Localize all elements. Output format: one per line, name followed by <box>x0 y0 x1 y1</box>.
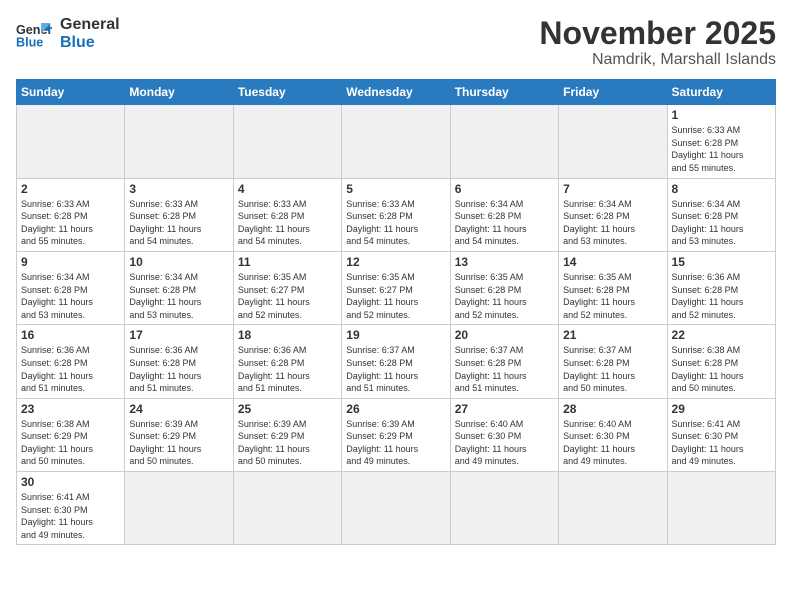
table-row: 2 Sunrise: 6:33 AMSunset: 6:28 PMDayligh… <box>17 178 776 251</box>
col-monday: Monday <box>125 80 233 105</box>
empty-cell <box>342 105 450 178</box>
logo-blue-text: Blue <box>60 34 120 52</box>
empty-cell <box>450 472 558 545</box>
empty-cell <box>233 105 341 178</box>
empty-cell <box>667 472 775 545</box>
table-row: 30 Sunrise: 6:41 AMSunset: 6:30 PMDaylig… <box>17 472 776 545</box>
day-cell-22: 22 Sunrise: 6:38 AMSunset: 6:28 PMDaylig… <box>667 325 775 398</box>
day-cell-13: 13 Sunrise: 6:35 AMSunset: 6:28 PMDaylig… <box>450 251 558 324</box>
table-row: 16 Sunrise: 6:36 AMSunset: 6:28 PMDaylig… <box>17 325 776 398</box>
day-cell-14: 14 Sunrise: 6:35 AMSunset: 6:28 PMDaylig… <box>559 251 667 324</box>
logo-icon: General Blue <box>16 16 52 52</box>
day-cell-20: 20 Sunrise: 6:37 AMSunset: 6:28 PMDaylig… <box>450 325 558 398</box>
empty-cell <box>17 105 125 178</box>
col-tuesday: Tuesday <box>233 80 341 105</box>
day-cell-6: 6 Sunrise: 6:34 AMSunset: 6:28 PMDayligh… <box>450 178 558 251</box>
empty-cell <box>233 472 341 545</box>
day-cell-8: 8 Sunrise: 6:34 AMSunset: 6:28 PMDayligh… <box>667 178 775 251</box>
day-cell-24: 24 Sunrise: 6:39 AMSunset: 6:29 PMDaylig… <box>125 398 233 471</box>
empty-cell <box>559 105 667 178</box>
svg-text:Blue: Blue <box>16 36 43 50</box>
day-cell-5: 5 Sunrise: 6:33 AMSunset: 6:28 PMDayligh… <box>342 178 450 251</box>
table-row: 9 Sunrise: 6:34 AMSunset: 6:28 PMDayligh… <box>17 251 776 324</box>
table-row: 23 Sunrise: 6:38 AMSunset: 6:29 PMDaylig… <box>17 398 776 471</box>
title-block: November 2025 Namdrik, Marshall Islands <box>539 16 776 69</box>
empty-cell <box>125 105 233 178</box>
day-cell-25: 25 Sunrise: 6:39 AMSunset: 6:29 PMDaylig… <box>233 398 341 471</box>
col-saturday: Saturday <box>667 80 775 105</box>
day-cell-15: 15 Sunrise: 6:36 AMSunset: 6:28 PMDaylig… <box>667 251 775 324</box>
day-cell-17: 17 Sunrise: 6:36 AMSunset: 6:28 PMDaylig… <box>125 325 233 398</box>
header: General Blue General Blue November 2025 … <box>16 16 776 69</box>
day-cell-28: 28 Sunrise: 6:40 AMSunset: 6:30 PMDaylig… <box>559 398 667 471</box>
day-cell-21: 21 Sunrise: 6:37 AMSunset: 6:28 PMDaylig… <box>559 325 667 398</box>
day-cell-29: 29 Sunrise: 6:41 AMSunset: 6:30 PMDaylig… <box>667 398 775 471</box>
day-cell-26: 26 Sunrise: 6:39 AMSunset: 6:29 PMDaylig… <box>342 398 450 471</box>
day-cell-19: 19 Sunrise: 6:37 AMSunset: 6:28 PMDaylig… <box>342 325 450 398</box>
empty-cell <box>125 472 233 545</box>
empty-cell <box>559 472 667 545</box>
day-cell-11: 11 Sunrise: 6:35 AMSunset: 6:27 PMDaylig… <box>233 251 341 324</box>
day-cell-10: 10 Sunrise: 6:34 AMSunset: 6:28 PMDaylig… <box>125 251 233 324</box>
day-cell-7: 7 Sunrise: 6:34 AMSunset: 6:28 PMDayligh… <box>559 178 667 251</box>
day-cell-18: 18 Sunrise: 6:36 AMSunset: 6:28 PMDaylig… <box>233 325 341 398</box>
empty-cell <box>450 105 558 178</box>
page: General Blue General Blue November 2025 … <box>0 0 792 612</box>
empty-cell <box>342 472 450 545</box>
day-cell-1: 1 Sunrise: 6:33 AMSunset: 6:28 PMDayligh… <box>667 105 775 178</box>
day-cell-27: 27 Sunrise: 6:40 AMSunset: 6:30 PMDaylig… <box>450 398 558 471</box>
col-wednesday: Wednesday <box>342 80 450 105</box>
calendar-header-row: Sunday Monday Tuesday Wednesday Thursday… <box>17 80 776 105</box>
col-sunday: Sunday <box>17 80 125 105</box>
day-cell-2: 2 Sunrise: 6:33 AMSunset: 6:28 PMDayligh… <box>17 178 125 251</box>
logo: General Blue General Blue <box>16 16 120 52</box>
day-cell-3: 3 Sunrise: 6:33 AMSunset: 6:28 PMDayligh… <box>125 178 233 251</box>
day-cell-23: 23 Sunrise: 6:38 AMSunset: 6:29 PMDaylig… <box>17 398 125 471</box>
location-subtitle: Namdrik, Marshall Islands <box>539 51 776 69</box>
calendar-table: Sunday Monday Tuesday Wednesday Thursday… <box>16 79 776 545</box>
day-cell-12: 12 Sunrise: 6:35 AMSunset: 6:27 PMDaylig… <box>342 251 450 324</box>
table-row: 1 Sunrise: 6:33 AMSunset: 6:28 PMDayligh… <box>17 105 776 178</box>
logo-general-text: General <box>60 16 120 34</box>
col-thursday: Thursday <box>450 80 558 105</box>
col-friday: Friday <box>559 80 667 105</box>
day-cell-9: 9 Sunrise: 6:34 AMSunset: 6:28 PMDayligh… <box>17 251 125 324</box>
day-cell-30: 30 Sunrise: 6:41 AMSunset: 6:30 PMDaylig… <box>17 472 125 545</box>
month-year-title: November 2025 <box>539 16 776 51</box>
day-cell-4: 4 Sunrise: 6:33 AMSunset: 6:28 PMDayligh… <box>233 178 341 251</box>
day-cell-16: 16 Sunrise: 6:36 AMSunset: 6:28 PMDaylig… <box>17 325 125 398</box>
